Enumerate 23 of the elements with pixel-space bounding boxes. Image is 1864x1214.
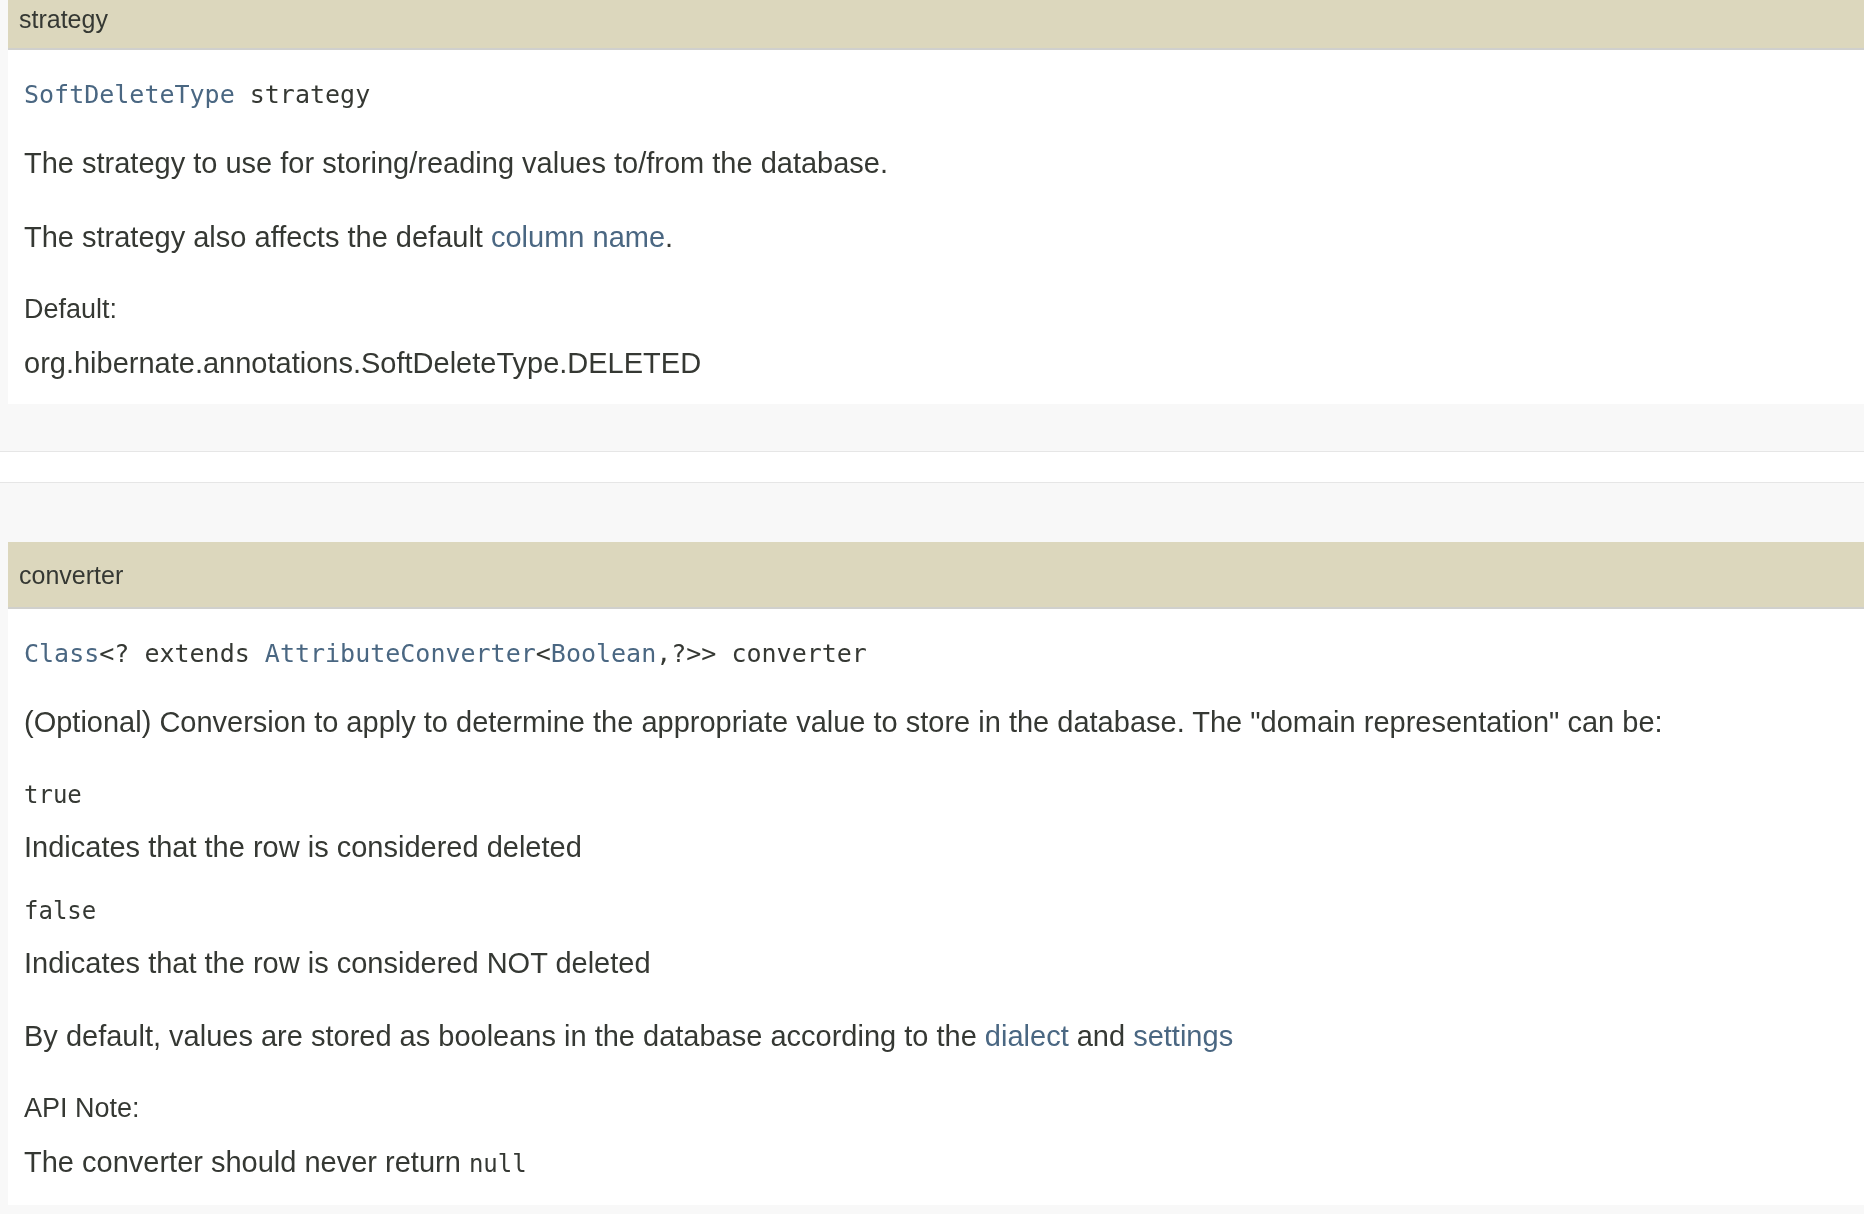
value-description: Indicates that the row is considered deleted	[24, 830, 583, 865]
type-link[interactable]: Class	[24, 639, 100, 668]
note-text: The converter should never return null	[24, 1145, 528, 1180]
text-link[interactable]: settings	[1133, 1020, 1234, 1052]
member-signature: SoftDeleteType strategy	[24, 79, 372, 111]
value-term: false	[24, 896, 98, 927]
value-term: true	[24, 780, 83, 811]
type-link[interactable]: Boolean	[550, 639, 657, 668]
description-text: The strategy to use for storing/reading values to/from the database.	[24, 146, 890, 181]
note-label: Default:	[24, 293, 119, 326]
note-text: org.hibernate.annotations.SoftDeleteType.DELETED	[24, 346, 703, 381]
member-signature: Class<? extends AttributeConverter<Boolean,?>> converter	[24, 638, 868, 670]
member-heading: strategy	[8, 0, 1864, 50]
type-link[interactable]: AttributeConverter	[264, 639, 536, 668]
text-link[interactable]: column name	[490, 221, 666, 253]
note-label: API Note:	[24, 1092, 141, 1125]
text-link[interactable]: dialect	[984, 1020, 1069, 1052]
member-heading: converter	[8, 542, 1864, 609]
type-link[interactable]: SoftDeleteType	[24, 80, 235, 109]
value-description: Indicates that the row is considered NOT deleted	[24, 946, 652, 981]
description-text: The strategy also affects the default column name.	[24, 220, 675, 255]
description-text: By default, values are stored as booleans in the database according to the dialect and settings	[24, 1019, 1235, 1054]
description-text: (Optional) Conversion to apply to determine the appropriate value to store in the database. The "domain representation" can be:	[24, 705, 1664, 740]
